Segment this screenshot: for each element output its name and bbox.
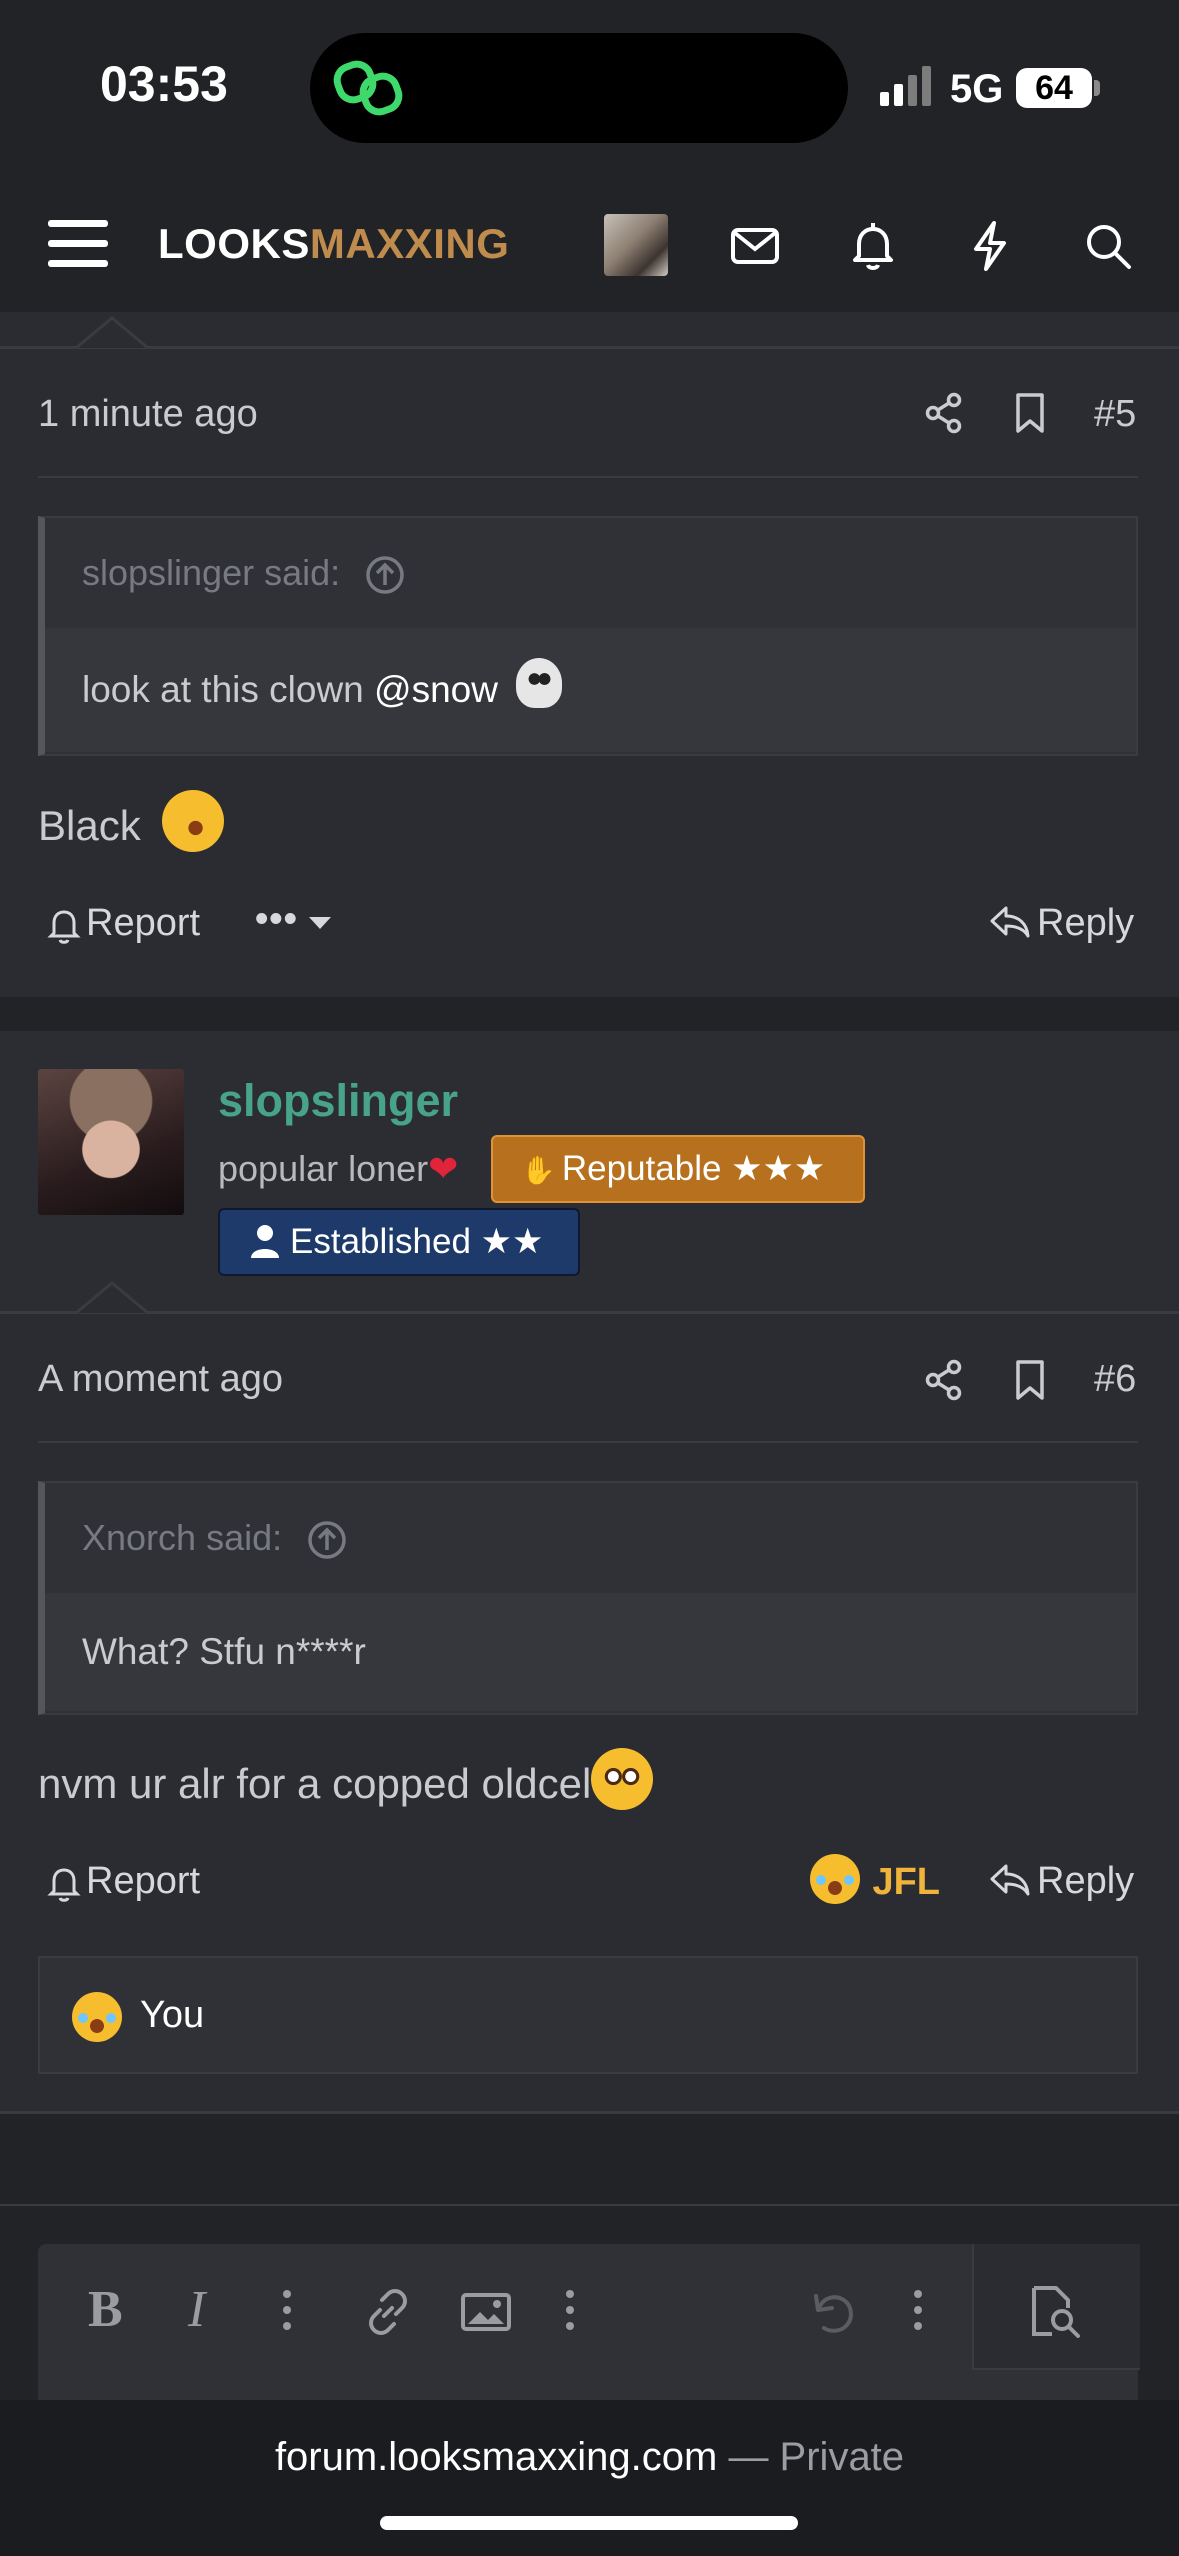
search-icon[interactable]	[1080, 218, 1136, 274]
report-button[interactable]: Report	[86, 902, 200, 945]
post-time[interactable]: A moment ago	[38, 1358, 283, 1401]
report-bell-icon[interactable]	[46, 1863, 82, 1903]
rofl-emoji	[153, 781, 234, 861]
jfl-reaction-button[interactable]: JFL	[810, 1854, 940, 1904]
address-bar[interactable]: forum.looksmaxxing.com — Private	[0, 2435, 1179, 2480]
share-icon[interactable]	[922, 391, 966, 435]
more-editor-options-icon[interactable]	[913, 2286, 923, 2334]
post-header-divider	[38, 1441, 1138, 1443]
post-separator	[0, 997, 1179, 1031]
handshake-icon: ✋	[521, 1155, 556, 1186]
mention-link[interactable]: @snow	[374, 669, 498, 710]
report-button[interactable]: Report	[86, 1860, 200, 1903]
crying-laughing-emoji	[72, 1992, 122, 2042]
private-mode-label: — Private	[728, 2435, 905, 2479]
status-time: 03:53	[100, 56, 228, 112]
post-divider	[0, 346, 1179, 349]
user-icon	[251, 1225, 279, 1258]
reply-button[interactable]: Reply	[1037, 1860, 1134, 1903]
quote-text: What? Stfu n****r	[82, 1631, 366, 1672]
post-header-divider	[38, 476, 1138, 478]
reply-area-divider	[0, 2204, 1179, 2206]
quote-author[interactable]: Xnorch said:	[82, 1517, 282, 1558]
menu-icon[interactable]	[48, 220, 108, 268]
post-number[interactable]: #6	[1094, 1358, 1136, 1401]
username[interactable]: slopslinger	[218, 1075, 458, 1127]
reacted-by[interactable]: You	[140, 1994, 204, 2037]
reply-button[interactable]: Reply	[1037, 902, 1134, 945]
jump-up-icon[interactable]	[364, 554, 406, 596]
signal-icon	[880, 66, 931, 106]
more-text-options-icon[interactable]	[282, 2286, 292, 2334]
more-insert-options-icon[interactable]	[565, 2286, 575, 2334]
post-body: nvm ur alr for a copped oldcel	[38, 1748, 654, 1810]
image-icon[interactable]	[460, 2290, 512, 2334]
quote-body: look at this clown @snow	[45, 628, 1136, 752]
broken-heart-emoji: ❤	[428, 1148, 459, 1189]
quote-text: look at this clown	[82, 669, 364, 710]
crying-laughing-emoji	[810, 1854, 860, 1904]
quote-author[interactable]: slopslinger said:	[82, 552, 340, 593]
skull-emoji	[516, 658, 563, 708]
established-badge: Established ★★	[218, 1208, 580, 1276]
jump-up-icon[interactable]	[306, 1519, 348, 1561]
home-indicator[interactable]	[380, 2516, 798, 2530]
quote-header[interactable]: slopslinger said:	[45, 518, 1136, 628]
reactions-bar[interactable]: You	[38, 1956, 1138, 2074]
chevron-down-icon[interactable]	[306, 913, 334, 933]
mail-icon[interactable]	[727, 218, 783, 274]
lightning-icon[interactable]	[962, 218, 1018, 274]
battery-indicator: 64	[1016, 68, 1092, 108]
battery-tip	[1094, 80, 1100, 96]
post-arrow	[76, 1281, 148, 1313]
reply-icon[interactable]	[988, 902, 1032, 942]
undo-icon[interactable]	[808, 2288, 858, 2338]
user-avatar-large[interactable]	[38, 1069, 184, 1215]
quote-body: What? Stfu n****r	[45, 1593, 1136, 1711]
post-divider	[0, 1311, 1179, 1314]
site-logo[interactable]: LOOKSMAXXING	[158, 220, 509, 268]
user-avatar[interactable]	[604, 214, 668, 276]
preview-icon[interactable]	[1026, 2284, 1082, 2340]
post-number[interactable]: #5	[1094, 393, 1136, 436]
bold-icon[interactable]: B	[88, 2280, 123, 2339]
share-icon[interactable]	[922, 1358, 966, 1402]
bookmark-icon[interactable]	[1010, 391, 1050, 435]
reputable-badge: ✋ Reputable ★★★	[491, 1135, 865, 1203]
report-bell-icon[interactable]	[46, 905, 82, 945]
reply-icon[interactable]	[988, 1860, 1032, 1900]
pleading-face-emoji	[591, 1748, 654, 1810]
post-time[interactable]: 1 minute ago	[38, 393, 258, 436]
bell-icon[interactable]	[845, 218, 901, 274]
quote-block: Xnorch said: What? Stfu n****r	[38, 1481, 1138, 1715]
quote-block: slopslinger said: look at this clown @sn…	[38, 516, 1138, 756]
url-domain[interactable]: forum.looksmaxxing.com	[275, 2435, 717, 2479]
more-options[interactable]: •••	[255, 898, 298, 941]
quote-header[interactable]: Xnorch said:	[45, 1483, 1136, 1593]
post-divider	[0, 2111, 1179, 2114]
post-arrow	[76, 316, 148, 348]
italic-icon[interactable]: I	[188, 2280, 205, 2339]
link-app-icon	[333, 60, 403, 116]
link-icon[interactable]	[362, 2286, 414, 2338]
post-body: Black	[38, 781, 234, 861]
bookmark-icon[interactable]	[1010, 1358, 1050, 1402]
network-label: 5G	[950, 67, 1004, 111]
user-title: popular loner❤	[218, 1148, 459, 1189]
